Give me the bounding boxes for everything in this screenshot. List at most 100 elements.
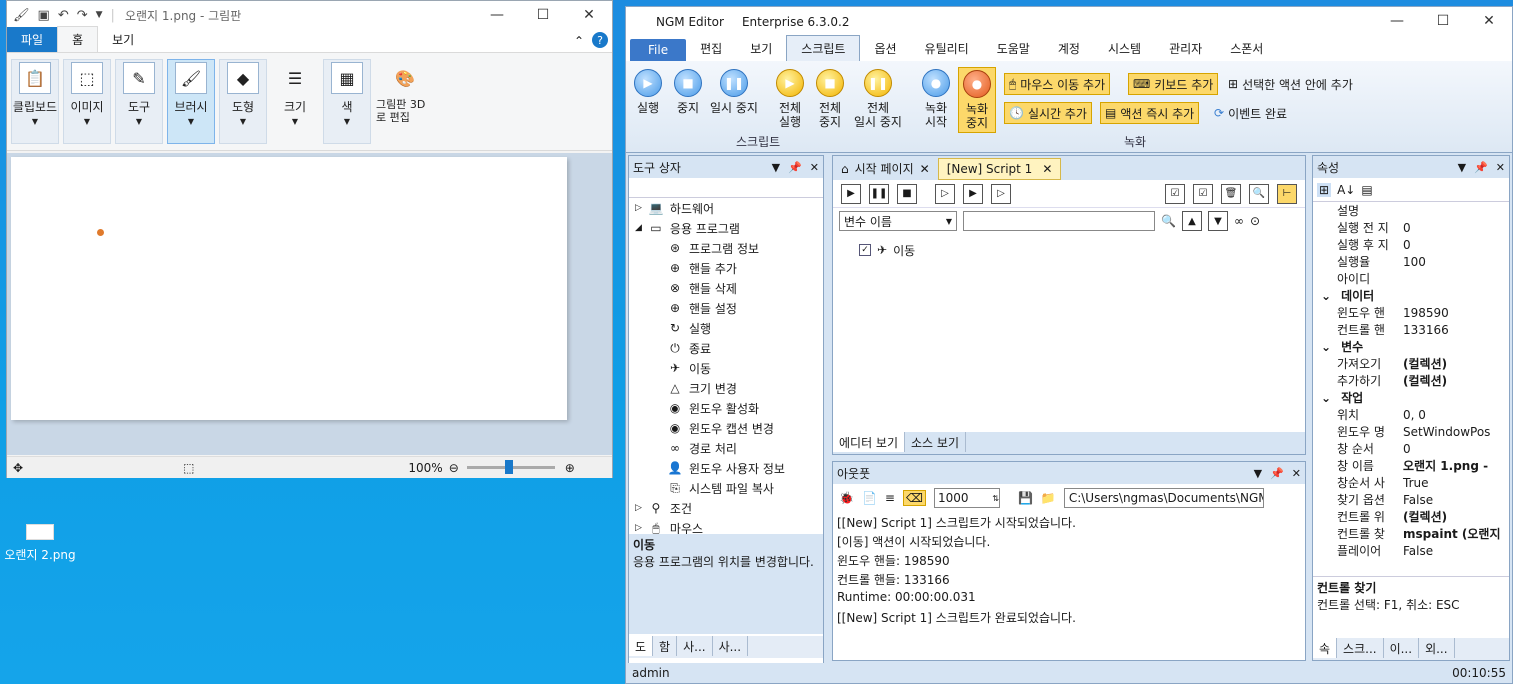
next-icon[interactable]: ▼ [1207,211,1228,231]
variable-search-input[interactable] [963,211,1155,231]
menu-script[interactable]: 스크립트 [786,35,861,61]
run-button[interactable]: ▶ 실행 [634,69,662,115]
step-icon[interactable]: ▷ [935,183,955,204]
drawing-canvas[interactable] [11,157,567,420]
property-value[interactable]: mspaint (오랜지 [1397,525,1501,542]
property-value[interactable]: 100 [1397,255,1426,269]
save-log-icon[interactable]: 💾 [1018,491,1033,505]
menu-system[interactable]: 시스템 [1094,36,1155,61]
toolbox-item[interactable]: ◉ 윈도우 캡션 변경 [635,418,823,438]
dropdown-icon[interactable]: ▼ [1458,161,1466,174]
property-value[interactable]: 198590 [1397,306,1449,320]
minimize-button[interactable]: — [1374,7,1420,35]
loop-icon[interactable]: ∞ [1234,214,1244,228]
toolbox-item[interactable]: ⊕ 핸들 추가 [635,258,823,278]
toolbox-item[interactable]: ⊕ 핸들 설정 [635,298,823,318]
property-value[interactable]: 133166 [1397,323,1449,337]
expand-icon[interactable]: ▷ [635,523,642,533]
clipboard-button[interactable]: 📋 클립보드 ▼ [11,59,59,144]
list-icon[interactable]: ≡ [885,491,895,505]
record-stop-button[interactable]: ● 녹화 중지 [958,67,996,133]
interval-input[interactable]: 1000 ⇅ [933,488,1000,508]
toolbox-search[interactable] [629,178,823,198]
tab-home[interactable]: 홈 [57,26,99,52]
tools-button[interactable]: ✎ 도구 ▼ [115,59,163,144]
close-panel-icon[interactable]: ✕ [1292,467,1301,480]
toolbox-item[interactable]: ✈ 이동 [635,358,823,378]
toolbox-item[interactable]: △ 크기 변경 [635,378,823,398]
property-value[interactable]: (컬렉션) [1397,372,1447,389]
property-row[interactable]: 윈도우 명 SetWindowPos [1313,423,1509,440]
stop-button[interactable]: ■ 중지 [674,69,702,115]
menu-utility[interactable]: 유틸리티 [911,36,983,61]
property-row[interactable]: 창 이름 오랜지 1.png - [1313,457,1509,474]
tab-script-list[interactable]: 스크... [1337,638,1384,658]
add-keyboard-button[interactable]: ⌨ 키보드 추가 [1128,73,1219,95]
property-value[interactable]: False [1397,544,1433,558]
paint3d-button[interactable]: 🎨 그림판 3D로 편집 [375,59,435,144]
tree-view-icon[interactable]: ⊢ [1277,183,1297,204]
property-row[interactable]: 컨트롤 위 (컬렉션) [1313,508,1509,525]
dropdown-icon[interactable]: ▼ [1254,467,1262,480]
minimize-button[interactable]: — [474,1,520,29]
run-all-button[interactable]: ▶ 전체 실행 [776,69,804,129]
record-start-button[interactable]: ● 녹화 시작 [922,69,950,129]
tab-file[interactable]: 파일 [7,27,58,52]
close-panel-icon[interactable]: ✕ [810,161,819,174]
expand-icon[interactable]: ▷ [635,203,642,213]
property-row[interactable]: 실행 후 지 0 [1313,236,1509,253]
chevron-down-icon[interactable]: ⌄ [1321,289,1331,303]
step-over-icon[interactable]: ▷ [991,183,1011,204]
dropdown-icon[interactable]: ▼ [772,161,780,174]
search-icon[interactable]: 🔍 [1249,183,1269,204]
toolbox-item[interactable]: ▷ 🖱 마우스 [635,518,823,535]
script-node-move[interactable]: ✓ ✈ 이동 [859,240,1305,260]
property-value[interactable]: SetWindowPos [1397,425,1490,439]
close-button[interactable]: ✕ [566,1,612,29]
toolbox-item[interactable]: ◢ ▭ 응용 프로그램 [635,218,823,238]
save-icon[interactable]: ▣ [38,8,50,23]
menu-account[interactable]: 계정 [1044,36,1094,61]
tab-script-1[interactable]: [New] Script 1 ✕ [937,158,1062,180]
close-button[interactable]: ✕ [1466,7,1512,35]
log-path-input[interactable]: C:\Users\ngmas\Documents\NGM6\ [1063,488,1264,508]
property-category[interactable]: ⌄ 작업 [1313,389,1509,406]
categorized-icon[interactable]: ⊞ [1317,182,1332,197]
property-value[interactable]: 0 [1397,238,1411,252]
undo-icon[interactable]: ↶ [58,8,69,23]
property-row[interactable]: 윈도우 핸 198590 [1313,304,1509,321]
add-in-selected-button[interactable]: ⊞ 선택한 액션 안에 추가 [1224,73,1357,95]
maximize-button[interactable]: ☐ [1420,7,1466,35]
property-row[interactable]: 가져오기 (컬렉션) [1313,355,1509,372]
close-panel-icon[interactable]: ✕ [1496,161,1505,174]
prev-icon[interactable]: ▲ [1181,211,1202,231]
property-value[interactable]: True [1397,476,1429,490]
customize-qa-icon[interactable]: ▼ [96,10,103,20]
pin-icon[interactable]: 📌 [1474,161,1488,174]
checkbox-icon[interactable]: ✓ [859,244,871,256]
property-row[interactable]: 실행 전 지 0 [1313,219,1509,236]
help-icon[interactable]: ? [592,32,608,48]
close-tab-icon[interactable]: ✕ [920,162,930,176]
property-row[interactable]: 컨트롤 핸 133166 [1313,321,1509,338]
tab-start-page[interactable]: ⌂ 시작 페이지 ✕ [833,157,938,180]
log-file-icon[interactable]: 📄 [862,491,877,505]
image-button[interactable]: ⬚ 이미지 ▼ [63,59,111,144]
zoom-slider-thumb[interactable] [504,460,513,474]
toolbox-item[interactable]: ⊛ 프로그램 정보 [635,238,823,258]
property-value[interactable]: 오랜지 1.png - [1397,457,1488,474]
expand-icon[interactable]: ▷ [635,503,642,513]
toolbox-item[interactable]: ↻ 실행 [635,318,823,338]
property-pages-icon[interactable]: ▤ [1361,183,1372,197]
colors-button[interactable]: ▦ 색 ▼ [323,59,371,144]
close-tab-icon[interactable]: ✕ [1042,162,1052,176]
chevron-down-icon[interactable]: ⌄ [1321,340,1331,354]
maximize-button[interactable]: ☐ [520,1,566,29]
property-value[interactable]: 0 [1397,442,1411,456]
pin-icon[interactable]: 📌 [1270,467,1284,480]
folder-icon[interactable]: 📁 [1041,491,1056,505]
pin-icon[interactable]: 📌 [788,161,802,174]
zoom-out-button[interactable]: ⊖ [449,461,459,475]
property-row[interactable]: 실행율 100 [1313,253,1509,270]
menu-view[interactable]: 보기 [736,36,786,61]
